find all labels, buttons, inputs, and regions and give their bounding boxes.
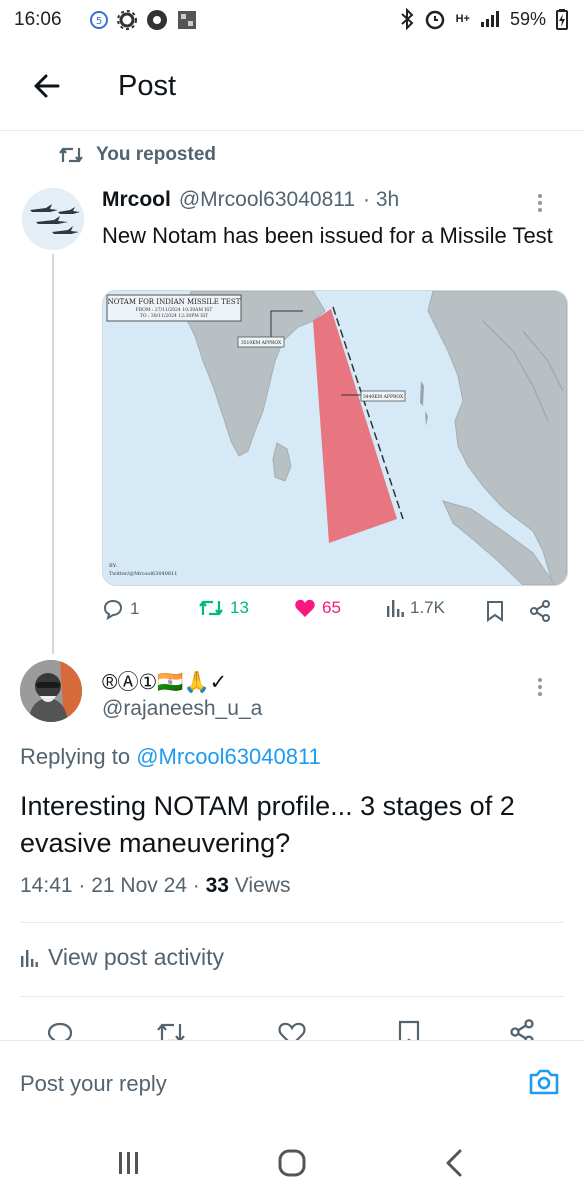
replying-to-link[interactable]: @Mrcool63040811 <box>136 744 321 769</box>
tweet2-text: Interesting NOTAM profile... 3 stages of… <box>20 791 515 858</box>
status-bar: 16:06 5 H+ 59% <box>0 0 584 42</box>
views-label: Views <box>228 874 291 897</box>
reply-icon <box>103 599 123 620</box>
repost-label: You reposted <box>96 144 216 165</box>
map-credit: Twitter/@Mrcool63040811 <box>109 570 177 577</box>
views-button[interactable]: 1.7K <box>386 598 445 618</box>
status-right: H+ 59% <box>400 8 568 30</box>
alarm-icon <box>425 10 444 30</box>
reply-button[interactable]: 1 <box>102 598 139 620</box>
camera-icon[interactable] <box>527 1067 561 1097</box>
repost-button[interactable]: 13 <box>198 598 249 618</box>
tweet-time: · 3h <box>363 188 400 211</box>
tweet-timestamp: 14:41 · 21 Nov 24 · <box>20 874 206 897</box>
status-time: 16:06 <box>14 9 62 30</box>
map-credit-by: BY: <box>109 563 117 569</box>
back-nav-icon[interactable] <box>444 1148 464 1178</box>
gallery-notification-icon <box>178 11 196 29</box>
view-post-activity[interactable]: View post activity <box>20 944 224 971</box>
page-title: Post <box>118 70 177 102</box>
bookmark-icon[interactable] <box>486 600 504 622</box>
tweet-media-map[interactable]: NOTAM FOR INDIAN MISSILE TEST FROM : 27/… <box>102 290 568 586</box>
profile-photo <box>20 660 82 722</box>
activity-chart-icon <box>21 949 38 967</box>
activity-label: View post activity <box>48 944 224 970</box>
avatar-rajaneesh[interactable] <box>20 660 82 722</box>
reply-composer[interactable]: Post your reply <box>0 1040 584 1129</box>
map-label-right: 3440KM APPROX <box>363 394 404 400</box>
notam-map-image: NOTAM FOR INDIAN MISSILE TEST FROM : 27/… <box>103 291 567 585</box>
signal-icon <box>480 11 499 27</box>
author-name[interactable]: Mrcool <box>102 188 171 212</box>
battery-percent: 59% <box>509 8 546 29</box>
home-icon[interactable] <box>277 1148 307 1178</box>
repost-icon <box>199 600 223 616</box>
avatar-mrcool[interactable] <box>22 188 84 250</box>
repost-indicator[interactable]: You reposted <box>58 144 216 166</box>
jets-avatar-image <box>22 188 84 250</box>
system-nav-bar <box>0 1128 584 1200</box>
replying-prefix: Replying to <box>20 744 131 769</box>
status-left-icons: 5 <box>90 9 198 31</box>
views-count: 1.7K <box>410 598 445 617</box>
header-divider <box>0 130 584 131</box>
bluetooth-icon <box>400 8 414 30</box>
repost-icon <box>59 147 83 163</box>
tweet-meta: 14:41 · 21 Nov 24 · 33 Views <box>20 874 290 898</box>
like-count: 65 <box>322 598 341 617</box>
map-title: NOTAM FOR INDIAN MISSILE TEST <box>108 298 241 306</box>
recent-apps-icon[interactable] <box>116 1150 142 1176</box>
author-name[interactable]: ®Ⓐ①🇮🇳🙏✓ <box>102 666 227 696</box>
author-handle[interactable]: @rajaneesh_u_a <box>102 697 262 721</box>
more-options-icon[interactable] <box>536 676 544 698</box>
replying-to: Replying to @Mrcool63040811 <box>20 744 321 770</box>
views-chart-icon <box>387 600 404 617</box>
svg-text:5: 5 <box>96 16 102 27</box>
thread-line <box>52 254 54 654</box>
network-type: H+ <box>455 13 470 25</box>
activity-divider <box>20 996 564 997</box>
heart-filled-icon <box>295 599 315 617</box>
meta-divider <box>20 922 564 923</box>
back-arrow-icon[interactable] <box>28 66 68 106</box>
map-label-left: 3510KM APPROX <box>241 340 282 346</box>
chrome-notification-icon <box>147 10 167 30</box>
app-notification-icon: 5 <box>90 11 108 29</box>
tweet1-header: Mrcool @Mrcool63040811 · 3h <box>102 188 399 212</box>
battery-icon <box>556 9 568 30</box>
reply-input[interactable]: Post your reply <box>20 1071 167 1097</box>
settings-notification-icon <box>117 10 137 30</box>
tweet1-actions: 1 13 65 1.7K <box>102 598 562 628</box>
reply-count: 1 <box>130 599 140 618</box>
share-icon[interactable] <box>528 599 552 623</box>
like-button[interactable]: 65 <box>294 598 341 618</box>
repost-count: 13 <box>230 598 249 617</box>
map-to: TO : 30/11/2024 12:30PM IST <box>140 313 208 319</box>
views-number: 33 <box>205 874 229 897</box>
more-options-icon[interactable] <box>536 192 544 214</box>
map-from: FROM : 27/11/2024 10:30AM IST <box>136 307 213 313</box>
author-handle[interactable]: @Mrcool63040811 <box>179 188 355 212</box>
tweet1-text: New Notam has been issued for a Missile … <box>102 223 553 248</box>
